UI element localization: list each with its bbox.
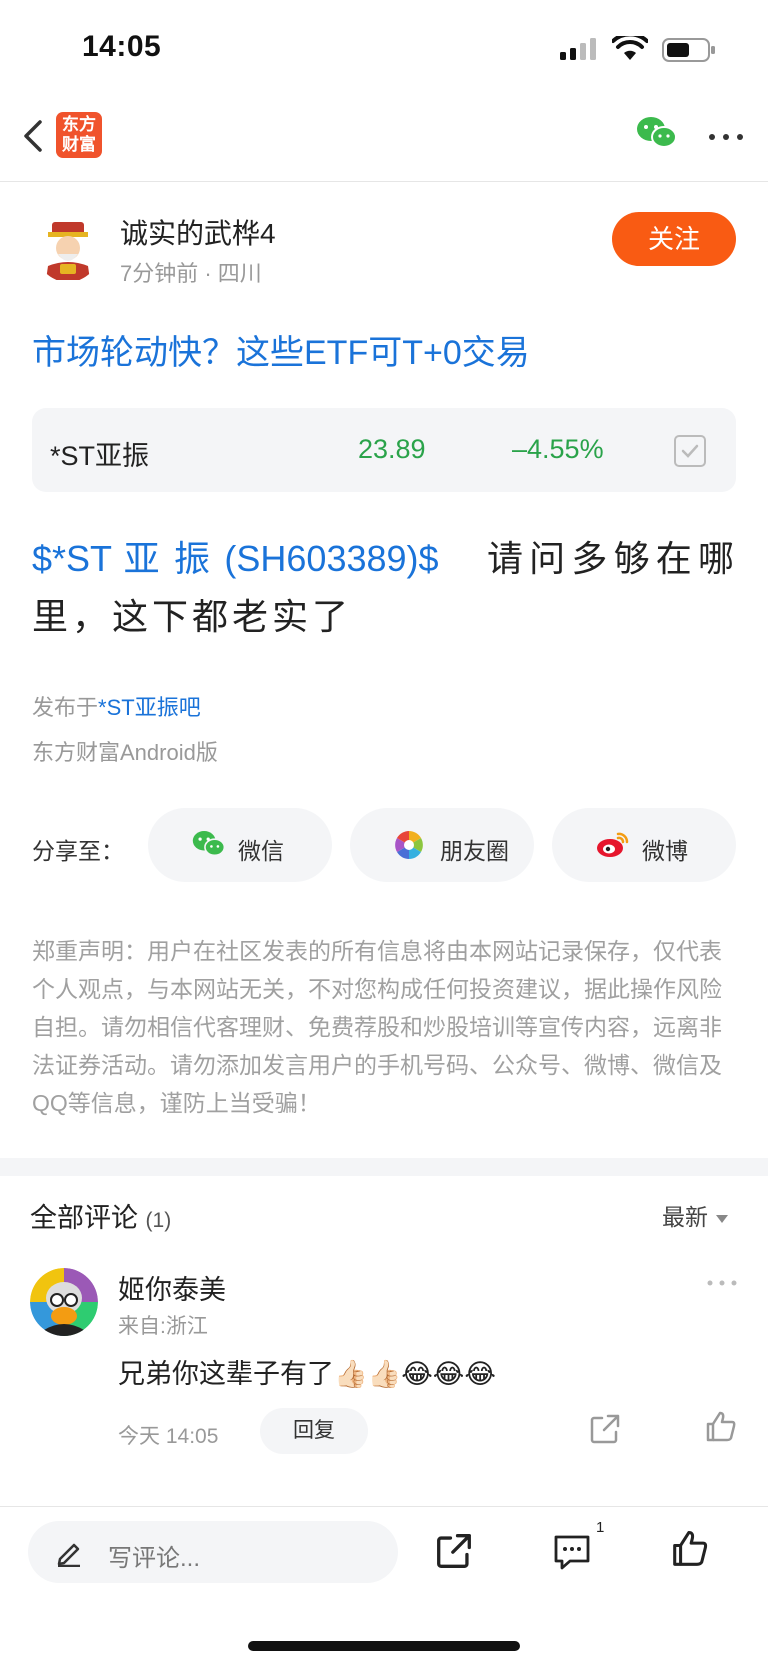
section-divider	[0, 1158, 768, 1176]
bar-link[interactable]: *ST亚振吧	[98, 695, 201, 720]
pencil-icon	[57, 1543, 80, 1567]
post-device: 东方财富Android版	[32, 740, 218, 765]
post-content: $*ST 亚 振 (SH603389)$ 请问多够在哪里，这下都老实了	[32, 530, 738, 646]
wechat-icon	[192, 831, 226, 857]
comment-text: 兄弟你这辈子有了👍🏻👍🏻😂😂😂	[118, 1359, 496, 1389]
more-options-icon[interactable]	[706, 122, 746, 152]
comments-title-text: 全部评论	[30, 1203, 138, 1233]
share-wechat-button[interactable]: 微信	[148, 808, 332, 882]
wifi-icon	[612, 36, 648, 60]
cartoon-avatar-icon	[30, 1268, 98, 1336]
scroll-fade	[0, 1468, 768, 1506]
logo-text-bottom: 财富	[62, 135, 96, 154]
sort-dropdown[interactable]: 最新	[662, 1198, 728, 1232]
bottom-action-bar: 写评论... 1	[0, 1506, 768, 1663]
comment-item: 姬你泰美 来自:浙江 兄弟你这辈子有了👍🏻👍🏻😂😂😂 今天 14:05 回复	[0, 1262, 768, 1454]
share-moments-button[interactable]: 朋友圈	[350, 808, 534, 882]
reply-button[interactable]: 回复	[260, 1408, 368, 1454]
stock-change: –4.55%	[512, 434, 604, 464]
weibo-icon	[597, 832, 629, 857]
commenter-location: 来自:浙江	[118, 1315, 208, 1338]
share-row: 分享至： 微信 朋友圈 微博	[0, 808, 768, 882]
battery-icon	[662, 38, 715, 62]
share-label: 分享至：	[32, 838, 124, 864]
status-bar: 14:05	[0, 0, 768, 100]
comment-count-badge: 1	[596, 1519, 605, 1536]
watchlist-checkbox[interactable]	[674, 435, 706, 467]
share-wechat-label: 微信	[238, 838, 284, 864]
caret-down-icon	[716, 1214, 728, 1223]
comment-placeholder: 写评论...	[108, 1545, 201, 1572]
cellular-signal-icon	[560, 38, 596, 60]
comment-icon[interactable]	[552, 1531, 592, 1571]
comments-count: (1)	[145, 1209, 172, 1232]
comment-time: 今天 14:05	[118, 1425, 219, 1448]
share-weibo-button[interactable]: 微博	[552, 808, 736, 882]
check-icon	[681, 444, 699, 458]
status-time: 14:05	[82, 30, 162, 63]
stock-price: 23.89	[358, 434, 426, 464]
stock-link[interactable]: $*ST 亚 振 (SH603389)$	[32, 538, 439, 579]
comment-input[interactable]: 写评论...	[28, 1521, 398, 1583]
comment-share-icon[interactable]	[588, 1412, 622, 1446]
back-arrow-icon[interactable]	[18, 116, 54, 156]
share-icon[interactable]	[434, 1531, 474, 1571]
logo-text-top: 东方	[62, 115, 96, 134]
author-avatar[interactable]	[36, 218, 100, 282]
sort-label: 最新	[662, 1204, 708, 1230]
published-prefix: 发布于	[32, 695, 99, 720]
eastmoney-logo[interactable]: 东方 财富	[56, 112, 102, 158]
post-title[interactable]: 市场轮动快？这些ETF可T+0交易	[32, 325, 530, 374]
comment-more-icon[interactable]	[706, 1276, 738, 1290]
home-indicator	[248, 1641, 520, 1651]
commenter-name[interactable]: 姬你泰美	[118, 1268, 226, 1307]
share-moments-label: 朋友圈	[440, 838, 509, 864]
author-name[interactable]: 诚实的武桦4	[120, 212, 276, 252]
stock-name: *ST亚振	[50, 441, 150, 471]
comments-header: 全部评论 (1) 最新	[0, 1176, 768, 1256]
like-icon[interactable]	[670, 1529, 710, 1569]
comments-title: 全部评论 (1)	[30, 1196, 171, 1235]
published-in: 发布于*ST亚振吧	[32, 690, 201, 722]
disclaimer-text: 郑重声明：用户在社区发表的所有信息将由本网站记录保存，仅代表个人观点，与本网站无…	[32, 938, 722, 1116]
commenter-avatar[interactable]	[30, 1268, 98, 1336]
follow-button[interactable]: 关注	[612, 212, 736, 266]
top-nav-bar: 东方 财富	[0, 100, 768, 182]
caishen-avatar-icon	[46, 222, 90, 280]
comment-like-icon[interactable]	[704, 1410, 738, 1444]
author-header: 诚实的武桦4 7分钟前 · 四川 关注	[0, 200, 768, 300]
wechat-icon[interactable]	[636, 116, 678, 150]
stock-quote-card[interactable]: *ST亚振 23.89 –4.55%	[32, 408, 736, 492]
share-weibo-label: 微博	[642, 838, 688, 864]
moments-icon	[395, 831, 423, 859]
post-meta: 7分钟前 · 四川	[120, 261, 262, 286]
